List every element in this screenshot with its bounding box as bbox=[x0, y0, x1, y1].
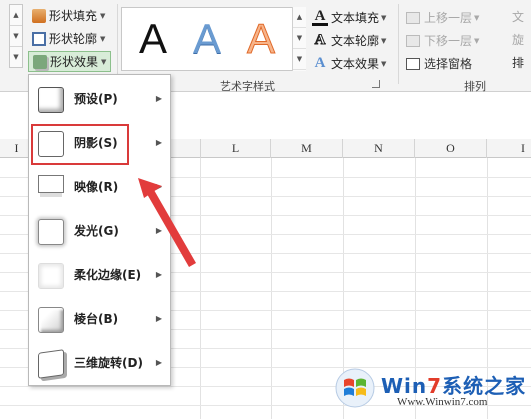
chevron-down-icon: ▼ bbox=[381, 59, 387, 68]
chevron-down-icon: ▼ bbox=[381, 13, 387, 22]
wordart-style-blue[interactable]: A bbox=[182, 12, 232, 66]
preset-effect-icon bbox=[38, 87, 64, 113]
column-header[interactable]: M bbox=[271, 139, 343, 158]
wordart-gallery-scroller[interactable]: ▲ ▼ ▼ bbox=[292, 7, 306, 71]
reflection-effect-icon bbox=[38, 175, 64, 193]
gridline bbox=[271, 158, 272, 419]
text-effect-button[interactable]: A 文本效果 ▼ bbox=[312, 53, 387, 74]
bring-forward-label: 上移一层 bbox=[424, 11, 473, 25]
chevron-right-icon: ▶ bbox=[155, 314, 162, 323]
arrange-button[interactable]: 排 bbox=[512, 53, 524, 74]
glow-effect-icon bbox=[38, 219, 64, 245]
chevron-down-icon: ▼ bbox=[474, 13, 480, 22]
bring-forward-icon bbox=[406, 11, 420, 24]
column-header[interactable]: O bbox=[415, 139, 487, 158]
scroll-down-icon[interactable]: ▼ bbox=[293, 28, 306, 49]
scroll-down-icon[interactable]: ▼ bbox=[10, 26, 22, 47]
highlight-box bbox=[31, 124, 129, 165]
watermark-title-rest: 系统之家 bbox=[442, 374, 527, 398]
chevron-right-icon: ▶ bbox=[155, 182, 162, 191]
chevron-down-icon: ▼ bbox=[101, 57, 107, 66]
chevron-right-icon: ▶ bbox=[155, 270, 162, 279]
selection-pane-label: 选择窗格 bbox=[424, 57, 473, 71]
text-outline-icon: A bbox=[314, 32, 326, 49]
scroll-up-icon[interactable]: ▲ bbox=[293, 7, 306, 28]
selection-pane-icon bbox=[406, 57, 420, 70]
menu-item-label: 发光(G) bbox=[74, 224, 119, 238]
text-fill-label: 文本填充 bbox=[331, 11, 380, 25]
send-backward-label: 下移一层 bbox=[424, 34, 473, 48]
wordart-style-black[interactable]: A bbox=[128, 12, 178, 66]
watermark-title-seven: 7 bbox=[427, 374, 443, 398]
3d-rotation-effect-icon bbox=[38, 349, 64, 379]
menu-item-preset[interactable]: 预设(P) ▶ bbox=[29, 77, 170, 121]
shape-effect-label: 形状效果 bbox=[50, 55, 99, 69]
menu-item-3d-rotation[interactable]: 三维旋转(D) ▶ bbox=[29, 341, 170, 385]
shape-effect-button[interactable]: 形状效果 ▼ bbox=[28, 51, 112, 72]
gallery-more-icon[interactable]: ▼ bbox=[293, 49, 306, 70]
chevron-down-icon: ▼ bbox=[474, 36, 480, 45]
menu-item-glow[interactable]: 发光(G) ▶ bbox=[29, 209, 170, 253]
bring-forward-button[interactable]: 上移一层 ▼ bbox=[406, 7, 479, 28]
shape-fill-label: 形状填充 bbox=[49, 9, 98, 23]
text-outline-label: 文本轮廓 bbox=[331, 34, 380, 48]
gridline bbox=[200, 158, 201, 419]
menu-item-label: 柔化边缘(E) bbox=[74, 268, 142, 282]
send-backward-icon bbox=[406, 34, 420, 47]
menu-item-label: 预设(P) bbox=[74, 92, 118, 106]
wordart-style-gallery: A A A bbox=[121, 7, 306, 71]
column-header[interactable]: N bbox=[343, 139, 415, 158]
chevron-right-icon: ▶ bbox=[155, 226, 162, 235]
text-effect-icon: A bbox=[314, 55, 326, 71]
chevron-down-icon: ▼ bbox=[100, 11, 106, 20]
watermark-url: Www.Winwin7.com bbox=[397, 396, 488, 408]
menu-item-bevel[interactable]: 棱台(B) ▶ bbox=[29, 297, 170, 341]
windows-logo-icon bbox=[335, 368, 375, 408]
text-fill-button[interactable]: A 文本填充 ▼ bbox=[312, 7, 386, 28]
watermark: Win7系统之家 Www.Winwin7.com bbox=[335, 366, 525, 416]
pen-outline-icon bbox=[32, 31, 46, 46]
align-button[interactable]: 文 bbox=[512, 7, 524, 28]
group-separator bbox=[117, 4, 118, 84]
chevron-down-icon: ▼ bbox=[381, 36, 387, 45]
chevron-down-icon: ▼ bbox=[100, 34, 106, 43]
dialog-launcher-icon[interactable] bbox=[372, 80, 380, 88]
shape-effect-icon bbox=[33, 54, 47, 69]
chevron-right-icon: ▶ bbox=[155, 94, 162, 103]
scroll-up-icon[interactable]: ▲ bbox=[10, 5, 22, 26]
shape-effect-menu: 预设(P) ▶ 阴影(S) ▶ 映像(R) ▶ 发光(G) ▶ 柔化边缘(E) … bbox=[28, 74, 171, 386]
wordart-style-orange[interactable]: A bbox=[236, 12, 286, 66]
text-effect-label: 文本效果 bbox=[331, 57, 380, 71]
send-backward-button[interactable]: 下移一层 ▼ bbox=[406, 30, 479, 51]
chevron-right-icon: ▶ bbox=[155, 138, 162, 147]
group-separator bbox=[398, 4, 399, 84]
selection-pane-button[interactable]: 选择窗格 bbox=[406, 53, 472, 74]
watermark-title: Win7系统之家 bbox=[381, 370, 526, 399]
text-fill-icon: A bbox=[312, 8, 328, 26]
shape-style-scroller[interactable]: ▲ ▼ ▼ bbox=[9, 4, 23, 68]
bevel-effect-icon bbox=[38, 307, 64, 333]
chevron-right-icon: ▶ bbox=[155, 358, 162, 367]
menu-item-reflection[interactable]: 映像(R) ▶ bbox=[29, 165, 170, 209]
menu-item-label: 棱台(B) bbox=[74, 312, 119, 326]
shape-outline-button[interactable]: 形状轮廓 ▼ bbox=[28, 28, 109, 49]
menu-item-label: 三维旋转(D) bbox=[74, 356, 143, 370]
column-header[interactable]: L bbox=[200, 139, 271, 158]
paint-bucket-icon bbox=[32, 8, 46, 23]
soft-edges-effect-icon bbox=[38, 263, 64, 289]
gallery-more-icon[interactable]: ▼ bbox=[10, 47, 22, 68]
menu-item-soft-edges[interactable]: 柔化边缘(E) ▶ bbox=[29, 253, 170, 297]
watermark-title-win: Win bbox=[381, 374, 428, 398]
column-header[interactable]: I bbox=[487, 139, 531, 158]
rotate-button[interactable]: 旋 bbox=[512, 30, 524, 51]
shape-outline-label: 形状轮廓 bbox=[49, 32, 98, 46]
shape-fill-button[interactable]: 形状填充 ▼ bbox=[28, 5, 109, 26]
text-outline-button[interactable]: A 文本轮廓 ▼ bbox=[312, 30, 386, 51]
menu-item-label: 映像(R) bbox=[74, 180, 119, 194]
